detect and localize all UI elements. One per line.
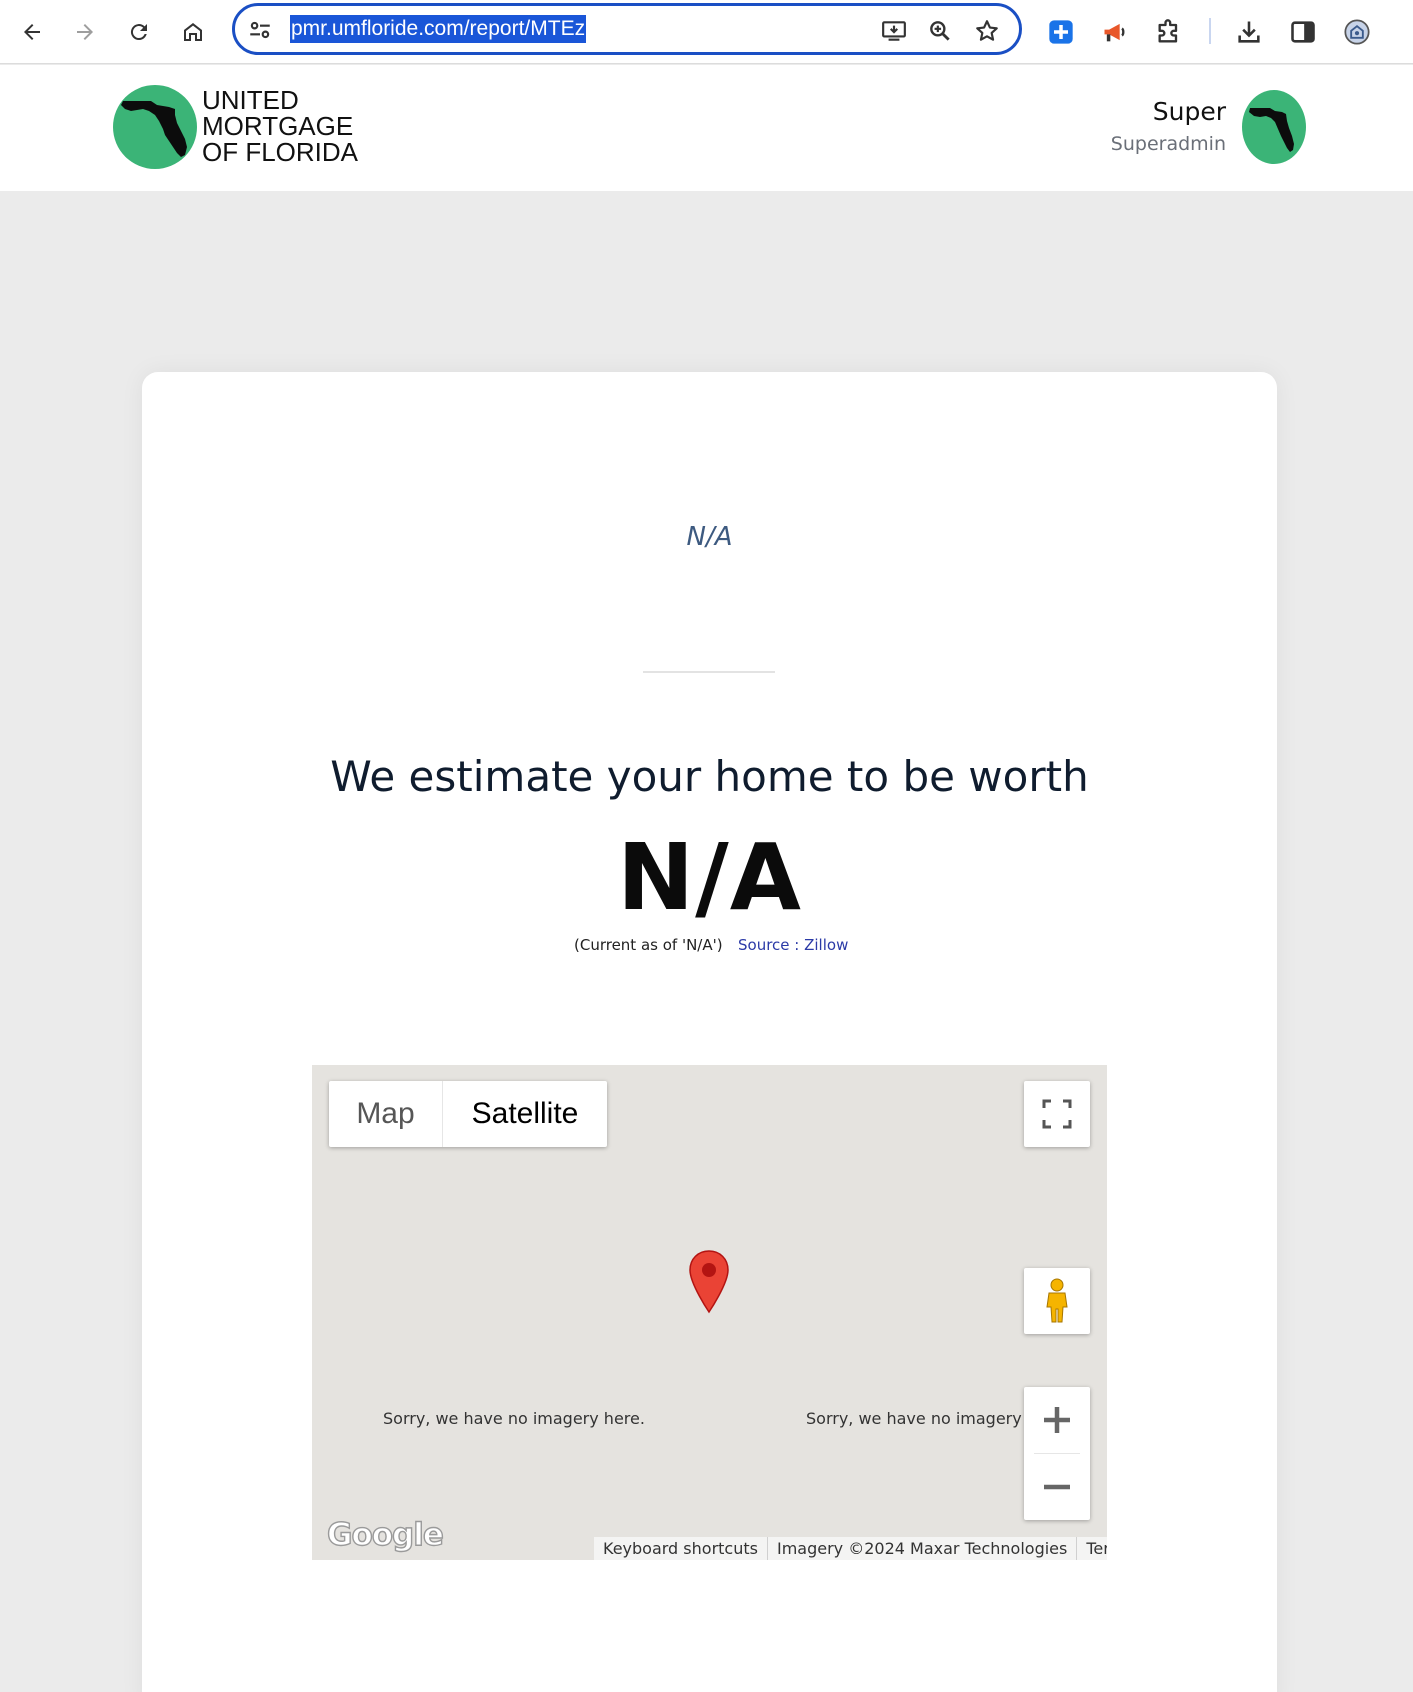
- address-bar[interactable]: pmr.umfloride.com/report/MTEz: [232, 3, 1022, 55]
- fullscreen-icon: [1042, 1099, 1072, 1129]
- fullscreen-button[interactable]: [1024, 1081, 1090, 1147]
- imagery-credit: Imagery ©2024 Maxar Technologies: [776, 1539, 1068, 1558]
- install-app-icon[interactable]: [879, 16, 909, 46]
- location-marker-icon[interactable]: [688, 1250, 730, 1314]
- map-type-map-button[interactable]: Map: [329, 1081, 443, 1147]
- browser-toolbar: pmr.umfloride.com/report/MTEz: [0, 0, 1413, 64]
- home-icon[interactable]: [173, 12, 213, 52]
- reload-icon[interactable]: [119, 12, 159, 52]
- map-type-satellite-button[interactable]: Satellite: [443, 1081, 607, 1147]
- keyboard-shortcuts-link[interactable]: Keyboard shortcuts: [594, 1537, 767, 1560]
- source-link[interactable]: Source : Zillow: [738, 936, 848, 954]
- pegman-icon: [1046, 1278, 1068, 1323]
- back-icon[interactable]: [12, 12, 52, 52]
- user-name[interactable]: Super: [1153, 97, 1226, 126]
- bookmark-star-icon[interactable]: [972, 16, 1002, 46]
- map-attribution: Keyboard shortcuts Imagery ©2024 Maxar T…: [594, 1537, 1107, 1560]
- divider: [643, 671, 775, 673]
- logo-line-3: OF FLORIDA: [202, 137, 359, 167]
- terms-link[interactable]: Terms: [1077, 1537, 1107, 1560]
- logo-line-2: MORTGAGE: [202, 111, 354, 141]
- zoom-control: [1024, 1387, 1090, 1520]
- megaphone-extension-icon[interactable]: [1096, 13, 1134, 51]
- plus-extension-icon[interactable]: [1042, 13, 1080, 51]
- avatar[interactable]: [1242, 90, 1306, 164]
- current-as-of: (Current as of 'N/A'): [574, 936, 723, 954]
- plus-icon: [1044, 1407, 1070, 1433]
- no-imagery-text: Sorry, we have no imagery here.: [806, 1409, 1028, 1428]
- site-settings-icon[interactable]: [247, 17, 273, 43]
- toolbar-separator: [1209, 18, 1211, 44]
- minus-icon: [1044, 1484, 1070, 1490]
- zoom-in-button[interactable]: [1024, 1387, 1090, 1453]
- estimate-heading: We estimate your home to be worth: [330, 752, 1089, 801]
- user-role: Superadmin: [1110, 133, 1226, 155]
- profile-icon[interactable]: [1338, 13, 1376, 51]
- site-header: UNITED MORTGAGE OF FLORIDA Super Superad…: [0, 65, 1413, 191]
- forward-icon[interactable]: [65, 12, 105, 52]
- extensions-puzzle-icon[interactable]: [1150, 13, 1188, 51]
- logo-text: UNITED MORTGAGE OF FLORIDA: [202, 87, 358, 165]
- map-type-control: Map Satellite: [329, 1081, 607, 1147]
- url-text[interactable]: pmr.umfloride.com/report/MTEz: [290, 15, 587, 43]
- no-imagery-text: Sorry, we have no imagery here.: [383, 1409, 645, 1428]
- zoom-out-button[interactable]: [1024, 1454, 1090, 1520]
- estimate-value: N/A: [617, 824, 802, 931]
- zoom-icon[interactable]: [925, 16, 955, 46]
- side-panel-icon[interactable]: [1284, 13, 1322, 51]
- logo-line-1: UNITED: [202, 85, 299, 115]
- google-logo[interactable]: Google: [326, 1516, 444, 1553]
- downloads-icon[interactable]: [1230, 13, 1268, 51]
- google-map[interactable]: Map Satellite Sorry, we have no imagery …: [312, 1065, 1107, 1560]
- property-address: N/A: [686, 522, 733, 552]
- florida-logo-icon[interactable]: [113, 85, 197, 169]
- street-view-pegman-button[interactable]: [1024, 1268, 1090, 1334]
